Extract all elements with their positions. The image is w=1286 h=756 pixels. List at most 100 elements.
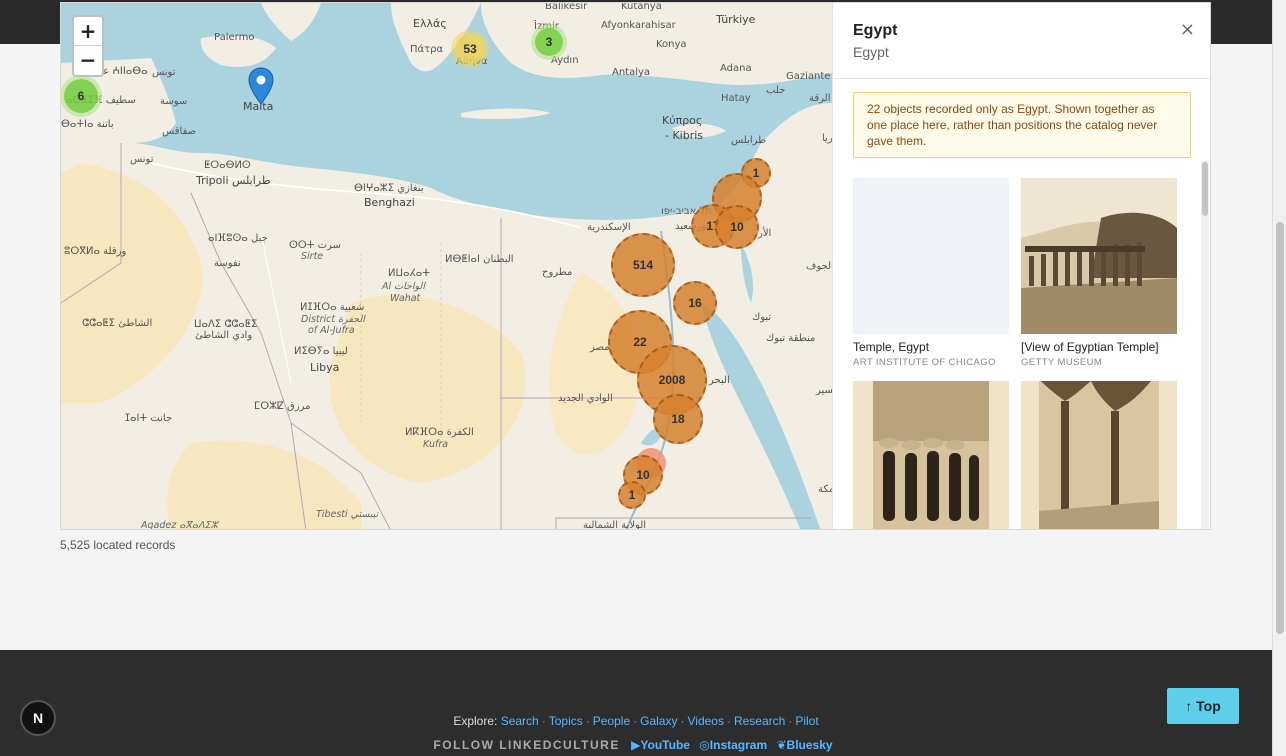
map-place-label: الوادي الجديد	[558, 393, 613, 404]
object-card[interactable]: [View of Egyptian Temple] GETTY MUSEUM	[1021, 178, 1177, 368]
map-place-label: Libya	[310, 361, 340, 374]
map-place-label: Tibesti تيبستي	[316, 509, 379, 520]
map-cluster-marker[interactable]: 3	[535, 28, 563, 56]
object-title: Temple, Egypt	[853, 340, 930, 354]
back-to-top-button[interactable]: ↑ Top	[1167, 688, 1239, 724]
map-place-label: Κύπρος	[662, 114, 703, 127]
close-icon[interactable]: ×	[1180, 19, 1195, 40]
map-place-label: الإسكندرية	[587, 222, 631, 233]
map-place-label: تبوك	[752, 312, 772, 323]
zoom-control: + −	[72, 15, 104, 77]
map-place-label: Hatay	[721, 93, 751, 104]
follow-links: FOLLOW LINKEDCULTURE ▶YouTube ◎Instagram…	[0, 738, 1272, 752]
notice-box: 22 objects recorded only as Egypt. Shown…	[853, 92, 1191, 158]
map-cluster-marker[interactable]: 514	[611, 233, 675, 297]
map-place-label: Kufra	[423, 439, 449, 450]
map-place-label: Al الواحات	[382, 281, 425, 292]
map-place-label: Sirte	[301, 251, 324, 262]
map-place-label: عسير	[816, 385, 832, 396]
map-place-label: منطقة تبوك	[766, 333, 816, 344]
map-place-label: نفوسة	[214, 258, 241, 269]
map-place-label: Balıkesir	[545, 3, 588, 12]
footer-link-pilot[interactable]: Pilot	[795, 714, 818, 728]
map-place-label: مصر	[590, 342, 610, 353]
map-place-label: Aydın	[551, 55, 579, 66]
map-cluster-marker[interactable]: 10	[715, 205, 759, 249]
panel-header: Egypt Egypt ×	[833, 3, 1210, 79]
panel-subtitle: Egypt	[853, 44, 889, 60]
footer-link-topics[interactable]: Topics	[549, 714, 583, 728]
map-cluster-marker[interactable]: 53	[455, 34, 485, 64]
map-place-label: ⵊⴰⵏⵜ جانت	[125, 413, 173, 424]
panel-title: Egypt	[853, 22, 898, 39]
map-place-label: ⵛⵛⴰⵟⵉ الشاطئ	[82, 318, 153, 329]
page-scrollbar[interactable]	[1272, 0, 1286, 756]
map-place-label: سوسة	[160, 96, 188, 107]
map-place-label: مطروح	[542, 267, 573, 278]
object-card[interactable]	[1021, 381, 1177, 529]
map-place-label: ⵍⴽⴼⵔⴰ الكفرة	[405, 427, 474, 438]
map-cluster-marker[interactable]: 1	[618, 481, 646, 509]
object-source: ART INSTITUTE OF CHICAGO	[853, 357, 996, 368]
map-place-label: ⴰⵏⴼⵓⵙⴰ جبل	[208, 233, 268, 244]
map-place-label: ⵡⴰⴷⵉ ⵛⵛⴰⵟⵉ	[194, 319, 258, 330]
map-place-label: Palermo	[214, 32, 255, 43]
located-records-count: 5,525 located records	[60, 538, 176, 552]
map-place-label: البحر	[709, 375, 730, 386]
footer-link-research[interactable]: Research	[734, 714, 785, 728]
map-place-label: سوريا	[822, 133, 832, 144]
map-place-label: Agadez ⴰⴳⴰⴷⵉⵣ	[141, 520, 218, 530]
object-thumbnail-image	[853, 381, 1009, 529]
footer-link-videos[interactable]: Videos	[687, 714, 723, 728]
map-place-label: ⴱⵏⵖⴰⵣⵉ بنغازي	[354, 183, 424, 194]
map-cluster-marker[interactable]: 16	[673, 281, 717, 325]
map-place-label: تونس	[130, 154, 154, 165]
footer-link-search[interactable]: Search	[501, 714, 539, 728]
object-card[interactable]	[853, 381, 1009, 529]
map-place-label: Antalya	[612, 67, 651, 78]
explore-links: Explore: Search · Topics · People · Galaxy · Vid…	[453, 714, 819, 728]
bluesky-link[interactable]: Bluesky	[787, 738, 833, 752]
map-place-label: ⵍⵉⴱⵢⴰ ليبيا	[294, 346, 348, 357]
footer-link-galaxy[interactable]: Galaxy	[640, 714, 677, 728]
map-place-label: طرابلس	[731, 135, 767, 146]
object-thumbnail-placeholder	[853, 178, 1009, 334]
zoom-in-button[interactable]: +	[74, 17, 102, 46]
map-place-label: ⵍⴱⵟⵏⴰⵏ البطنان	[445, 254, 514, 265]
map-place-label: مكة	[818, 484, 832, 495]
instagram-link[interactable]: Instagram	[710, 738, 767, 752]
map-pin-marker-icon[interactable]	[248, 67, 274, 105]
app-badge-icon[interactable]: N	[20, 700, 56, 736]
map-place-label: ⴱⴰⵜⵏⴰ باتنة	[61, 119, 114, 130]
map-place-label: of Al-Jufra	[308, 325, 355, 336]
footer: Explore: Search · Topics · People · Galaxy · Vid…	[0, 650, 1272, 756]
map-basemap	[61, 3, 832, 529]
map-place-label: ⵙⵔⵜ سرت	[289, 240, 341, 251]
map-place-label: Πάτρα	[410, 44, 444, 55]
page-scrollbar-thumb[interactable]	[1276, 222, 1284, 634]
map-place-label: Afyonkarahisar	[601, 20, 676, 31]
map-place-label: - Kibris	[665, 129, 704, 142]
object-source: GETTY MUSEUM	[1021, 357, 1103, 368]
map-place-label: حلب	[766, 85, 786, 96]
object-thumbnail-image	[1021, 381, 1177, 529]
map-place-label: تونس	[152, 67, 176, 78]
map-place-label: صفاقس	[162, 126, 197, 137]
map-place-label: الأر	[758, 228, 772, 239]
place-detail-panel: Egypt Egypt × 22 objects recorded only a…	[832, 3, 1210, 529]
map-place-label: ⵍⵊⴼⵔⴰ شعبية	[300, 302, 365, 313]
map[interactable]: + − Ελλάς Balıkesir Kütahya Türkiye İzmir Afy…	[61, 3, 832, 530]
panel-scrollbar[interactable]	[1201, 160, 1209, 529]
map-place-label: Kütahya	[621, 3, 662, 12]
map-place-label: الجوف	[806, 261, 832, 272]
instagram-icon: ◎	[699, 738, 710, 752]
map-place-label: Türkiye	[716, 13, 756, 26]
object-card[interactable]: Temple, Egypt ART INSTITUTE OF CHICAGO	[853, 178, 1009, 368]
panel-scrollbar-thumb[interactable]	[1202, 162, 1208, 216]
map-cluster-marker[interactable]: 18	[653, 394, 703, 444]
zoom-out-button[interactable]: −	[74, 46, 102, 75]
map-cluster-marker[interactable]: 6	[64, 79, 98, 113]
youtube-link[interactable]: YouTube	[640, 738, 690, 752]
footer-link-people[interactable]: People	[593, 714, 630, 728]
bluesky-icon: ❦	[776, 738, 787, 752]
